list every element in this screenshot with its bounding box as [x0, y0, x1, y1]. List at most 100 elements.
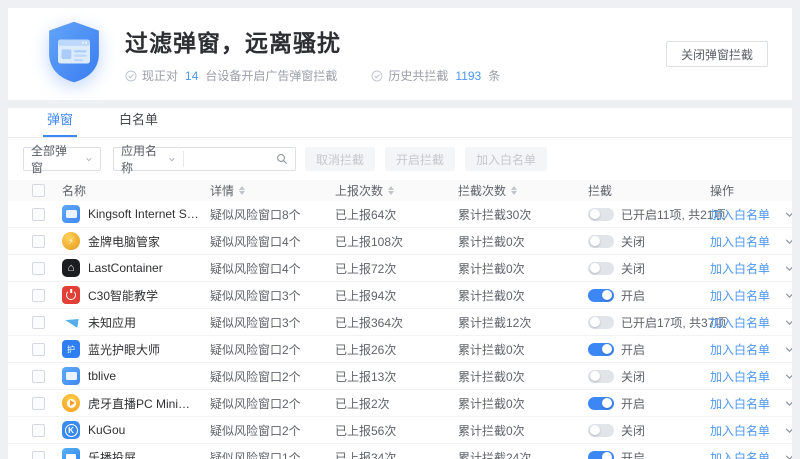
reported-cell: 已上报34次: [327, 449, 450, 459]
block-toggle[interactable]: [588, 370, 614, 383]
action-cell: 加入白名单: [702, 449, 792, 459]
sort-icon[interactable]: [511, 186, 517, 195]
tab-whitelist[interactable]: 白名单: [115, 109, 162, 137]
add-whitelist-link[interactable]: 加入白名单: [710, 368, 770, 385]
table-body: Kingsoft Internet Security 疑似风险窗口8个 已上报6…: [8, 201, 792, 459]
add-whitelist-link[interactable]: 加入白名单: [710, 395, 770, 412]
app-icon-tblive: [62, 367, 80, 385]
blocked-cell: 累计拦截0次: [450, 233, 580, 250]
row-checkbox[interactable]: [32, 424, 45, 437]
devices-stat-value: 14: [185, 69, 198, 83]
column-detail[interactable]: 详情: [202, 182, 327, 199]
shield-icon: [45, 20, 103, 89]
chevron-down-icon: [168, 155, 176, 164]
expand-chevron-icon[interactable]: [784, 236, 792, 247]
table-row: Kingsoft Internet Security 疑似风险窗口8个 已上报6…: [8, 201, 792, 228]
expand-chevron-icon[interactable]: [784, 209, 792, 220]
table-row: 未知应用 疑似风险窗口3个 已上报364次 累计拦截12次 已开启17项, 共3…: [8, 309, 792, 336]
blocked-cell: 累计拦截0次: [450, 368, 580, 385]
expand-chevron-icon[interactable]: [784, 371, 792, 382]
expand-chevron-icon[interactable]: [784, 317, 792, 328]
block-toggle[interactable]: [588, 424, 614, 437]
popup-type-select-value: 全部弹窗: [31, 142, 71, 176]
row-checkbox[interactable]: [32, 451, 45, 459]
block-toggle[interactable]: [588, 343, 614, 356]
add-whitelist-link[interactable]: 加入白名单: [710, 206, 770, 223]
popup-type-select[interactable]: 全部弹窗: [23, 147, 101, 171]
toggle-cell: 关闭: [580, 422, 702, 439]
toggle-cell: 已开启17项, 共37项: [580, 314, 702, 331]
block-toggle[interactable]: [588, 451, 614, 459]
row-checkbox[interactable]: [32, 235, 45, 248]
detail-cell: 疑似风险窗口1个: [202, 449, 327, 459]
app-name: tblive: [88, 369, 116, 383]
block-toggle[interactable]: [588, 235, 614, 248]
sort-icon[interactable]: [239, 186, 245, 195]
check-circle-icon: [125, 70, 137, 82]
app-icon-lebo: [62, 448, 80, 459]
chevron-down-icon: [85, 155, 93, 164]
search-input[interactable]: [184, 149, 276, 169]
table-row: 金牌电脑管家 疑似风险窗口4个 已上报108次 累计拦截0次 关闭 加入白名单: [8, 228, 792, 255]
blocked-cell: 累计拦截0次: [450, 422, 580, 439]
expand-chevron-icon[interactable]: [784, 290, 792, 301]
action-cell: 加入白名单: [702, 368, 792, 385]
column-blocked[interactable]: 拦截次数: [450, 182, 580, 199]
block-toggle[interactable]: [588, 262, 614, 275]
app-name: LastContainer: [88, 261, 163, 275]
add-whitelist-button[interactable]: 加入白名单: [465, 147, 547, 171]
expand-chevron-icon[interactable]: [784, 452, 792, 459]
row-checkbox[interactable]: [32, 370, 45, 383]
expand-chevron-icon[interactable]: [784, 398, 792, 409]
history-stat-prefix: 历史共拦截: [388, 67, 448, 84]
sort-icon[interactable]: [388, 186, 394, 195]
app-name: KuGou: [88, 423, 125, 437]
detail-cell: 疑似风险窗口3个: [202, 287, 327, 304]
toggle-label: 开启: [621, 341, 645, 358]
expand-chevron-icon[interactable]: [784, 344, 792, 355]
block-toggle[interactable]: [588, 208, 614, 221]
add-whitelist-link[interactable]: 加入白名单: [710, 260, 770, 277]
detail-cell: 疑似风险窗口4个: [202, 233, 327, 250]
blocked-cell: 累计拦截0次: [450, 395, 580, 412]
row-checkbox[interactable]: [32, 208, 45, 221]
toggle-cell: 开启: [580, 395, 702, 412]
block-toggle[interactable]: [588, 316, 614, 329]
row-checkbox[interactable]: [32, 397, 45, 410]
search-field-select[interactable]: 应用名称: [114, 151, 184, 167]
action-cell: 加入白名单: [702, 395, 792, 412]
table-row: tblive 疑似风险窗口2个 已上报13次 累计拦截0次 关闭 加入白名单: [8, 363, 792, 390]
block-toggle[interactable]: [588, 289, 614, 302]
toggle-label: 关闭: [621, 260, 645, 277]
column-name: 名称: [54, 182, 202, 199]
enable-block-button[interactable]: 开启拦截: [385, 147, 455, 171]
add-whitelist-link[interactable]: 加入白名单: [710, 233, 770, 250]
toggle-cell: 开启: [580, 449, 702, 459]
close-popup-block-button[interactable]: 关闭弹窗拦截: [666, 41, 768, 67]
app-name: 蓝光护眼大师: [88, 341, 160, 358]
row-checkbox[interactable]: [32, 343, 45, 356]
expand-chevron-icon[interactable]: [784, 425, 792, 436]
detail-cell: 疑似风险窗口8个: [202, 206, 327, 223]
app-cell: 乐播投屏: [54, 448, 202, 459]
row-checkbox[interactable]: [32, 262, 45, 275]
search-icon[interactable]: [276, 153, 288, 165]
add-whitelist-link[interactable]: 加入白名单: [710, 287, 770, 304]
add-whitelist-link[interactable]: 加入白名单: [710, 449, 770, 459]
expand-chevron-icon[interactable]: [784, 263, 792, 274]
row-checkbox[interactable]: [32, 289, 45, 302]
search-group: 应用名称: [113, 147, 296, 171]
select-all-checkbox[interactable]: [32, 184, 45, 197]
app-icon-lastcontainer: [62, 259, 80, 277]
block-toggle[interactable]: [588, 397, 614, 410]
row-checkbox[interactable]: [32, 316, 45, 329]
tab-popup[interactable]: 弹窗: [43, 109, 77, 137]
reported-cell: 已上报72次: [327, 260, 450, 277]
app-icon-c30: [62, 286, 80, 304]
cancel-block-button[interactable]: 取消拦截: [305, 147, 375, 171]
blocked-cell: 累计拦截12次: [450, 314, 580, 331]
column-reported[interactable]: 上报次数: [327, 182, 450, 199]
add-whitelist-link[interactable]: 加入白名单: [710, 422, 770, 439]
add-whitelist-link[interactable]: 加入白名单: [710, 314, 770, 331]
add-whitelist-link[interactable]: 加入白名单: [710, 341, 770, 358]
